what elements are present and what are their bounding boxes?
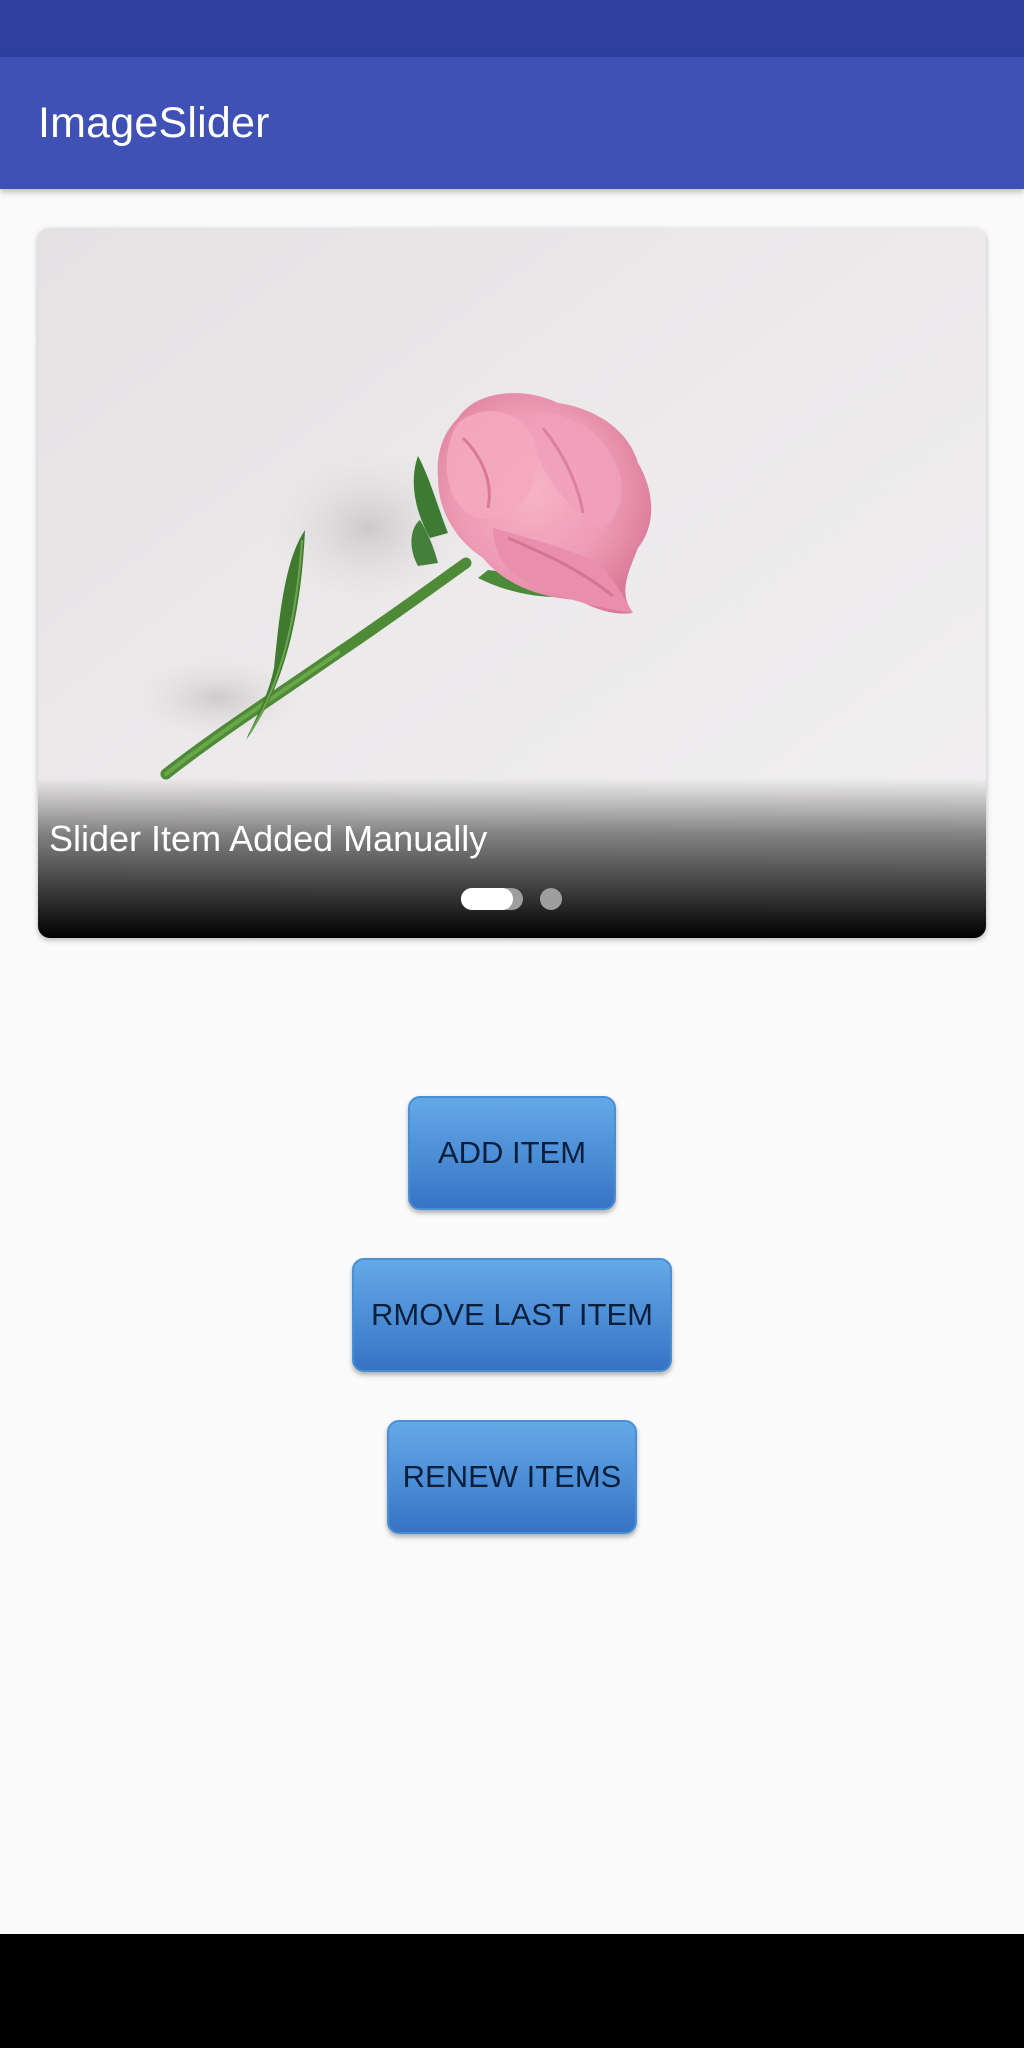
slide-caption: Slider Item Added Manually [49,818,488,859]
add-item-button[interactable]: ADD ITEM [408,1096,616,1210]
image-slider[interactable]: Slider Item Added Manually [38,228,986,938]
status-bar [0,0,1024,57]
renew-items-button[interactable]: RENEW ITEMS [387,1420,637,1534]
app-title: ImageSlider [38,99,270,147]
page-indicator-active[interactable] [461,888,513,910]
remove-last-item-button[interactable]: RMOVE LAST ITEM [352,1258,672,1372]
app-bar: ImageSlider [0,57,1024,189]
page-indicator-dot[interactable] [540,888,562,910]
navigation-bar [0,1934,1024,2048]
